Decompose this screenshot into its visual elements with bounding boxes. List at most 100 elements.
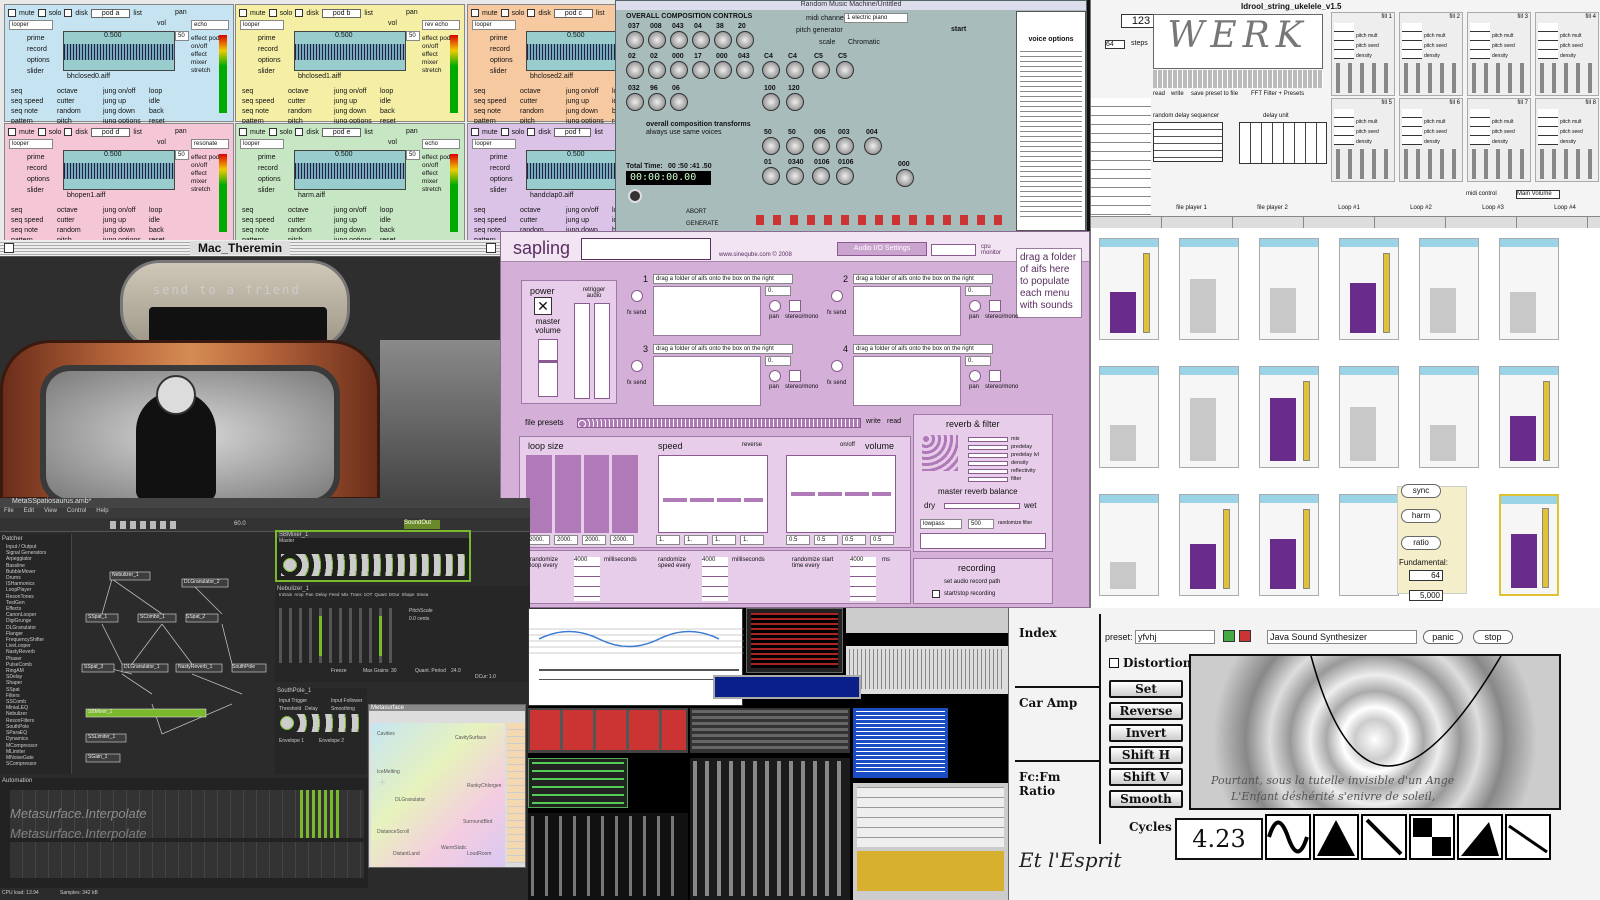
rotary-knob[interactable] bbox=[812, 61, 830, 79]
effect-effect[interactable]: effect pod bbox=[422, 35, 450, 43]
cutter-control[interactable]: cutter bbox=[288, 97, 312, 107]
slice-level[interactable] bbox=[1350, 283, 1376, 333]
rotary-knob[interactable] bbox=[762, 61, 780, 79]
rotary-knob[interactable] bbox=[714, 31, 732, 49]
rotary-knob[interactable] bbox=[670, 61, 688, 79]
delete-preset-button[interactable] bbox=[1239, 630, 1251, 642]
rotary-knob[interactable] bbox=[670, 93, 688, 111]
options-button[interactable]: options bbox=[490, 174, 513, 185]
list-label[interactable]: list bbox=[364, 129, 373, 136]
slice-level[interactable] bbox=[1110, 292, 1136, 333]
triangle-wave-icon[interactable] bbox=[1313, 814, 1359, 860]
patch-node-label[interactable]: SSpat_1 bbox=[88, 614, 107, 620]
pod-effect-select[interactable]: rev echo bbox=[422, 20, 460, 30]
jung-up-control[interactable]: jung up bbox=[334, 97, 372, 107]
effect-effect2[interactable]: effect bbox=[422, 170, 450, 178]
pan-value[interactable]: 50 bbox=[175, 150, 189, 160]
piano-roll[interactable] bbox=[846, 646, 1008, 694]
loop-slicer[interactable] bbox=[1499, 366, 1559, 468]
value-box[interactable]: 0.5 bbox=[814, 535, 838, 545]
waveform-display[interactable]: 0.500 bbox=[294, 31, 406, 71]
pod-effect-select[interactable]: echo bbox=[422, 139, 460, 149]
pod-name[interactable]: pod b bbox=[321, 8, 362, 18]
rmm-scale-value[interactable]: Chromatic bbox=[848, 39, 880, 46]
pod-name[interactable]: pod d bbox=[90, 127, 131, 137]
value-box[interactable]: 0.5 bbox=[842, 535, 866, 545]
square-wave-icon[interactable] bbox=[1409, 814, 1455, 860]
jung-down-control[interactable]: jung down bbox=[566, 107, 604, 117]
add-preset-button[interactable] bbox=[1223, 630, 1235, 642]
effect-mixer[interactable]: mixer bbox=[422, 178, 450, 186]
rotary-knob[interactable] bbox=[736, 31, 754, 49]
mute-toggle-box[interactable] bbox=[471, 9, 479, 17]
solo-toggle-box[interactable] bbox=[37, 128, 46, 136]
slice-level[interactable] bbox=[1190, 279, 1216, 333]
value-box[interactable]: 1. bbox=[740, 535, 764, 545]
cutter-control[interactable]: cutter bbox=[57, 216, 81, 226]
loop-slicer[interactable] bbox=[1099, 494, 1159, 596]
rotary-knob[interactable] bbox=[692, 61, 710, 79]
disk-toggle-box[interactable] bbox=[64, 128, 73, 136]
value-box[interactable]: 1. bbox=[712, 535, 736, 545]
track-list[interactable] bbox=[746, 608, 843, 673]
effect-stretch[interactable]: stretch bbox=[422, 67, 450, 75]
slice-level[interactable] bbox=[1510, 292, 1536, 333]
metasurface-point[interactable]: CavitySurface bbox=[455, 735, 486, 741]
sample-pos-value[interactable]: 0. bbox=[765, 356, 791, 366]
back-control[interactable]: back bbox=[380, 107, 396, 117]
pod-effect-select[interactable]: resonate bbox=[191, 139, 229, 149]
loop-rand-value[interactable]: 4000 bbox=[574, 557, 600, 601]
jung-down-control[interactable]: jung down bbox=[334, 107, 372, 117]
seq-speed-control[interactable]: seq speed bbox=[11, 97, 43, 107]
rotary-knob[interactable] bbox=[786, 167, 804, 185]
slice-gain[interactable] bbox=[1143, 253, 1150, 333]
rotary-knob[interactable] bbox=[762, 167, 780, 185]
tk-bottom-strip[interactable] bbox=[1091, 216, 1600, 228]
loop-slicer[interactable] bbox=[1339, 238, 1399, 340]
mute-toggle-box[interactable] bbox=[239, 9, 247, 17]
sample-folder-select[interactable]: drag a folder of aifs onto the box on th… bbox=[853, 274, 993, 284]
effect-onoff[interactable]: on/off bbox=[422, 43, 450, 51]
pod-name[interactable]: pod c bbox=[553, 8, 593, 18]
loop-slicer[interactable] bbox=[1099, 238, 1159, 340]
pitch-cents[interactable]: 0.0 cents bbox=[409, 616, 429, 622]
rotary-knob[interactable] bbox=[786, 137, 804, 155]
fill-sliders[interactable] bbox=[1472, 63, 1528, 93]
slider-button[interactable]: slider bbox=[27, 66, 50, 77]
score-editor[interactable] bbox=[528, 608, 744, 706]
octave-control[interactable]: octave bbox=[520, 206, 544, 216]
slice-level[interactable] bbox=[1190, 544, 1216, 589]
stop-button[interactable]: stop bbox=[1473, 630, 1513, 644]
slice-level[interactable] bbox=[1110, 562, 1136, 589]
loop-slider[interactable] bbox=[554, 455, 581, 533]
tk-delay-grid[interactable] bbox=[1239, 122, 1327, 164]
loop-control[interactable]: loop bbox=[149, 87, 165, 97]
menu-item[interactable]: File bbox=[4, 508, 14, 518]
rotary-knob[interactable] bbox=[812, 137, 830, 155]
sample-pos-value[interactable]: 0. bbox=[765, 286, 791, 296]
rmm-generate[interactable]: GENERATE bbox=[686, 221, 719, 227]
pod-mode-select[interactable]: looper bbox=[240, 139, 284, 149]
tk-left-column[interactable] bbox=[1091, 98, 1151, 218]
preset-write[interactable]: write bbox=[866, 418, 881, 425]
quant-period-value[interactable]: 24.0 bbox=[451, 668, 461, 674]
jung-down-control[interactable]: jung down bbox=[103, 107, 141, 117]
rotary-knob[interactable] bbox=[648, 31, 666, 49]
loop-slicer[interactable] bbox=[1179, 494, 1239, 596]
back-control[interactable]: back bbox=[380, 226, 396, 236]
slider-button[interactable]: slider bbox=[490, 66, 513, 77]
list-label[interactable]: list bbox=[364, 10, 373, 17]
retrigger-slider-2[interactable] bbox=[594, 303, 610, 399]
idle-control[interactable]: idle bbox=[149, 97, 165, 107]
slice-level[interactable] bbox=[1430, 425, 1456, 461]
zoom-box-icon[interactable] bbox=[486, 243, 496, 253]
jung-on-off-control[interactable]: jung on/off bbox=[566, 206, 604, 216]
rotary-knob[interactable] bbox=[836, 137, 854, 155]
loop-slicer[interactable] bbox=[1499, 238, 1559, 340]
record-button[interactable]: record bbox=[27, 163, 50, 174]
tk-steps[interactable]: 64 bbox=[1105, 40, 1125, 49]
effect-mixer[interactable]: mixer bbox=[422, 59, 450, 67]
metasurface-point[interactable]: RunkyChlorgen bbox=[467, 783, 501, 789]
jung-on-off-control[interactable]: jung on/off bbox=[566, 87, 604, 97]
menu-item[interactable]: View bbox=[44, 508, 57, 518]
